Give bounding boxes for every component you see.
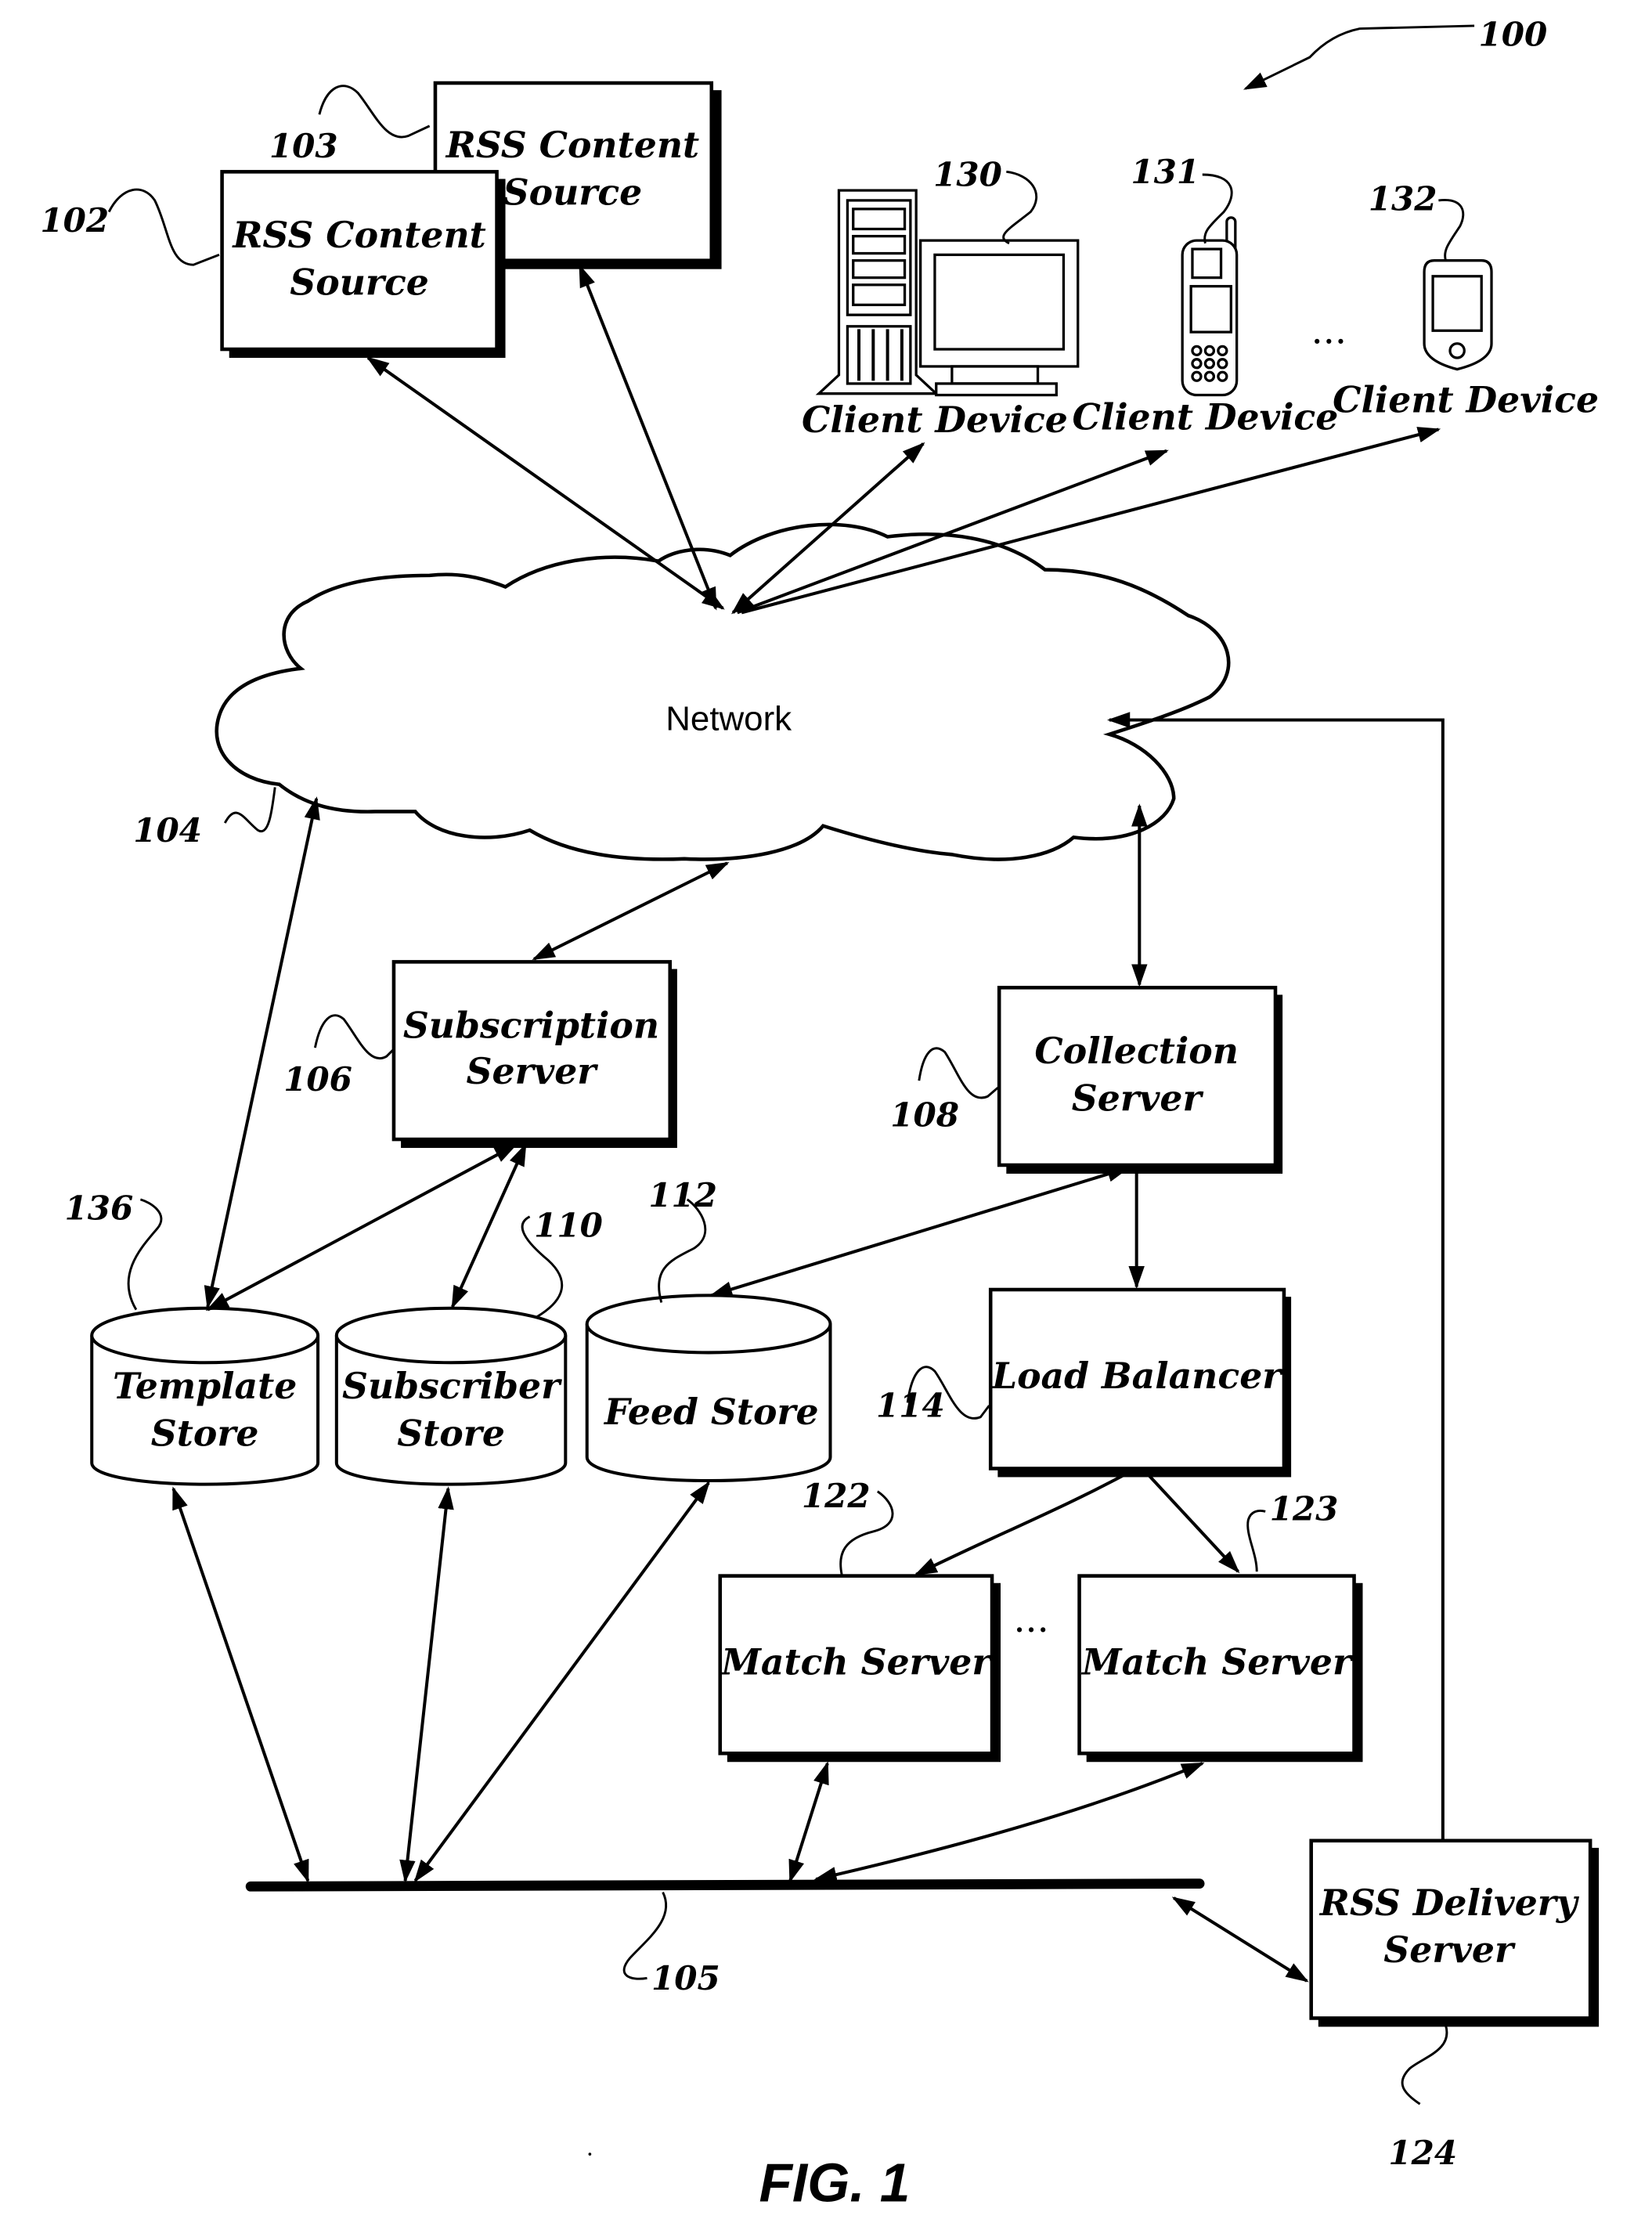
scan-speck xyxy=(588,2152,592,2156)
ref-132: 132 xyxy=(1369,180,1437,218)
network-cloud[interactable]: Network xyxy=(215,522,1231,861)
box-label: RSS Content xyxy=(445,124,699,166)
rss-delivery-server[interactable]: RSS Delivery Server xyxy=(1309,1838,1600,2027)
pda-icon xyxy=(1423,259,1493,371)
match-ellipsis: ... xyxy=(1013,1598,1048,1641)
leader-136 xyxy=(127,1198,163,1311)
ref-102: 102 xyxy=(40,201,109,240)
box-label: Server xyxy=(1383,1929,1516,1971)
ref-123: 123 xyxy=(1270,1489,1339,1528)
box-label: Server xyxy=(1072,1077,1204,1120)
box-label: Load Balancer xyxy=(990,1355,1283,1397)
ref-108: 108 xyxy=(890,1096,959,1135)
bus-105 xyxy=(245,1878,1205,1892)
network-label: Network xyxy=(665,699,792,738)
ref-136: 136 xyxy=(65,1189,134,1227)
store-label: Store xyxy=(397,1412,505,1454)
mobile-phone-icon xyxy=(1181,216,1239,397)
leader-132 xyxy=(1438,199,1465,262)
ref-100: 100 xyxy=(1479,15,1548,53)
leader-106 xyxy=(313,1014,395,1059)
leader-102 xyxy=(107,188,220,266)
box-label: Match Server xyxy=(720,1641,993,1683)
client-ellipsis: ... xyxy=(1311,310,1347,353)
ref-131: 131 xyxy=(1131,153,1199,191)
ref-105: 105 xyxy=(651,1959,720,1997)
load-balancer[interactable]: Load Balancer xyxy=(988,1287,1292,1478)
collection-server[interactable]: Collection Server xyxy=(997,986,1283,1174)
system-reference: 100 xyxy=(1243,15,1548,90)
client-device-label-131: Client Device xyxy=(1072,395,1338,438)
store-label: Feed Store xyxy=(603,1391,819,1433)
leader-104 xyxy=(223,787,276,833)
box-label: Server xyxy=(467,1050,599,1092)
feed-store[interactable]: Feed Store xyxy=(585,1294,832,1483)
leader-112 xyxy=(658,1198,707,1303)
box-label: Source xyxy=(503,171,643,213)
box-label: Subscription xyxy=(403,1004,659,1046)
ref-103: 103 xyxy=(269,127,338,165)
ref-112: 112 xyxy=(648,1176,717,1214)
template-store[interactable]: Template Store xyxy=(90,1306,320,1486)
box-label: RSS Content xyxy=(231,214,485,256)
ref-124: 124 xyxy=(1388,2134,1457,2172)
arrow-network-subscription xyxy=(532,861,730,961)
rss-content-source-102[interactable]: RSS Content Source xyxy=(220,170,506,358)
leader-124 xyxy=(1401,2025,1448,2106)
system-diagram: 100 RSS Content Source 103 RSS Content S… xyxy=(40,15,1600,2213)
ref-110: 110 xyxy=(534,1206,603,1244)
leader-108 xyxy=(918,1047,999,1099)
box-label: Source xyxy=(290,262,429,304)
ref-114: 114 xyxy=(876,1387,945,1425)
ref-130: 130 xyxy=(933,156,1002,194)
leader-123 xyxy=(1246,1510,1266,1572)
subscription-server[interactable]: Subscription Server xyxy=(391,960,677,1149)
ref-106: 106 xyxy=(283,1060,352,1099)
match-server-123[interactable]: Match Server xyxy=(1077,1574,1363,1763)
ref-104: 104 xyxy=(133,811,202,850)
connection-arrows-match xyxy=(914,1470,1240,1576)
figure-title: FIG. 1 xyxy=(759,2152,910,2213)
ref-122: 122 xyxy=(802,1477,871,1515)
store-label: Subscriber xyxy=(342,1365,562,1407)
client-device-label-132: Client Device xyxy=(1333,378,1599,420)
leader-130 xyxy=(1002,170,1038,245)
box-label: RSS Delivery xyxy=(1318,1882,1580,1924)
store-label: Template xyxy=(113,1365,297,1407)
desktop-computer-icon xyxy=(815,189,1080,397)
box-label: Collection xyxy=(1034,1030,1239,1072)
store-label: Store xyxy=(151,1412,259,1454)
box-label: Match Server xyxy=(1080,1641,1354,1683)
match-server-122[interactable]: Match Server xyxy=(718,1574,1001,1763)
subscriber-store[interactable]: Subscriber Store xyxy=(334,1306,568,1486)
client-device-label-130: Client Device xyxy=(802,399,1068,441)
